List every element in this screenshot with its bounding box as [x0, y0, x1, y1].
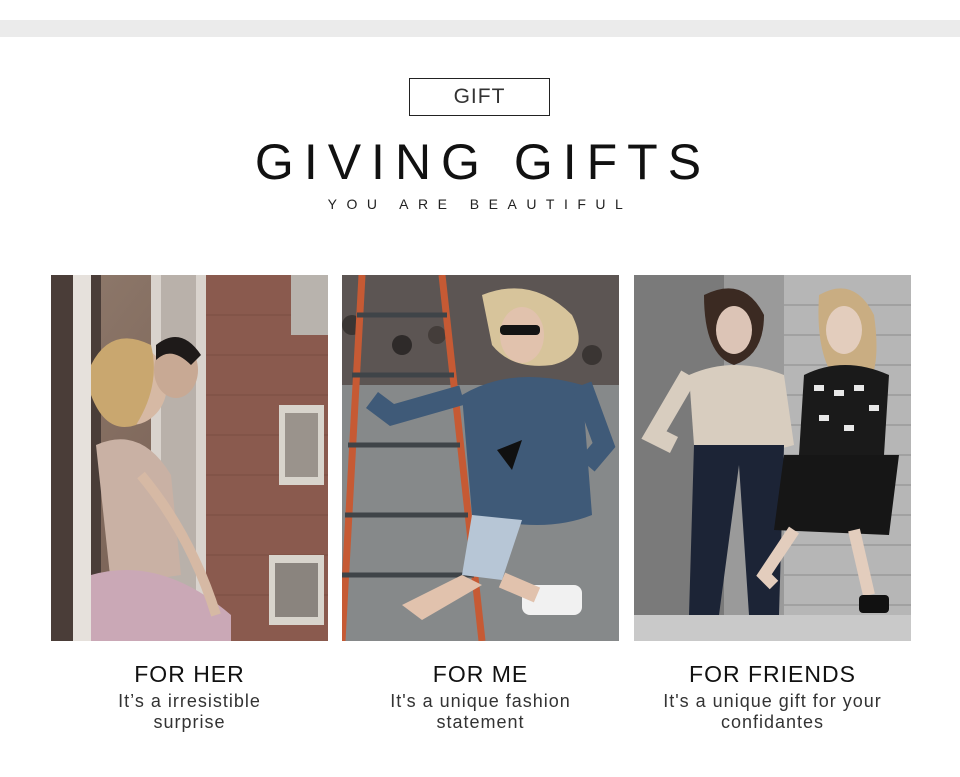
card-description-for-me: It's a unique fashion statement — [390, 691, 571, 732]
gift-tag-label: GIFT — [409, 78, 550, 116]
page-headline: GIVING GIFTS — [254, 134, 712, 190]
two-friends-image — [634, 275, 911, 641]
photo-woman-ladder[interactable] — [342, 275, 619, 641]
gift-page: GIFT GIVING GIFTS YOU ARE BEAUTIFUL FOR … — [0, 0, 960, 777]
photo-couple-window[interactable] — [51, 275, 328, 641]
gift-card-for-me[interactable]: FOR ME It's a unique fashion statement — [342, 275, 619, 733]
card-description-for-friends: It's a unique gift for your confidantes — [663, 691, 882, 732]
woman-ladder-image — [342, 275, 619, 641]
card-title-for-me[interactable]: FOR ME — [342, 661, 619, 687]
top-divider-bar — [0, 20, 960, 37]
couple-window-image — [51, 275, 328, 641]
photo-two-friends-wall[interactable] — [634, 275, 911, 641]
card-description-for-her: It’s a irresistible surprise — [118, 691, 261, 732]
card-title-for-her[interactable]: FOR HER — [51, 661, 328, 687]
gift-card-for-friends[interactable]: FOR FRIENDS It's a unique gift for your … — [634, 275, 911, 733]
gift-card-for-her[interactable]: FOR HER It’s a irresistible surprise — [51, 275, 328, 733]
card-title-for-friends[interactable]: FOR FRIENDS — [634, 661, 911, 687]
page-tagline: YOU ARE BEAUTIFUL — [327, 196, 633, 212]
